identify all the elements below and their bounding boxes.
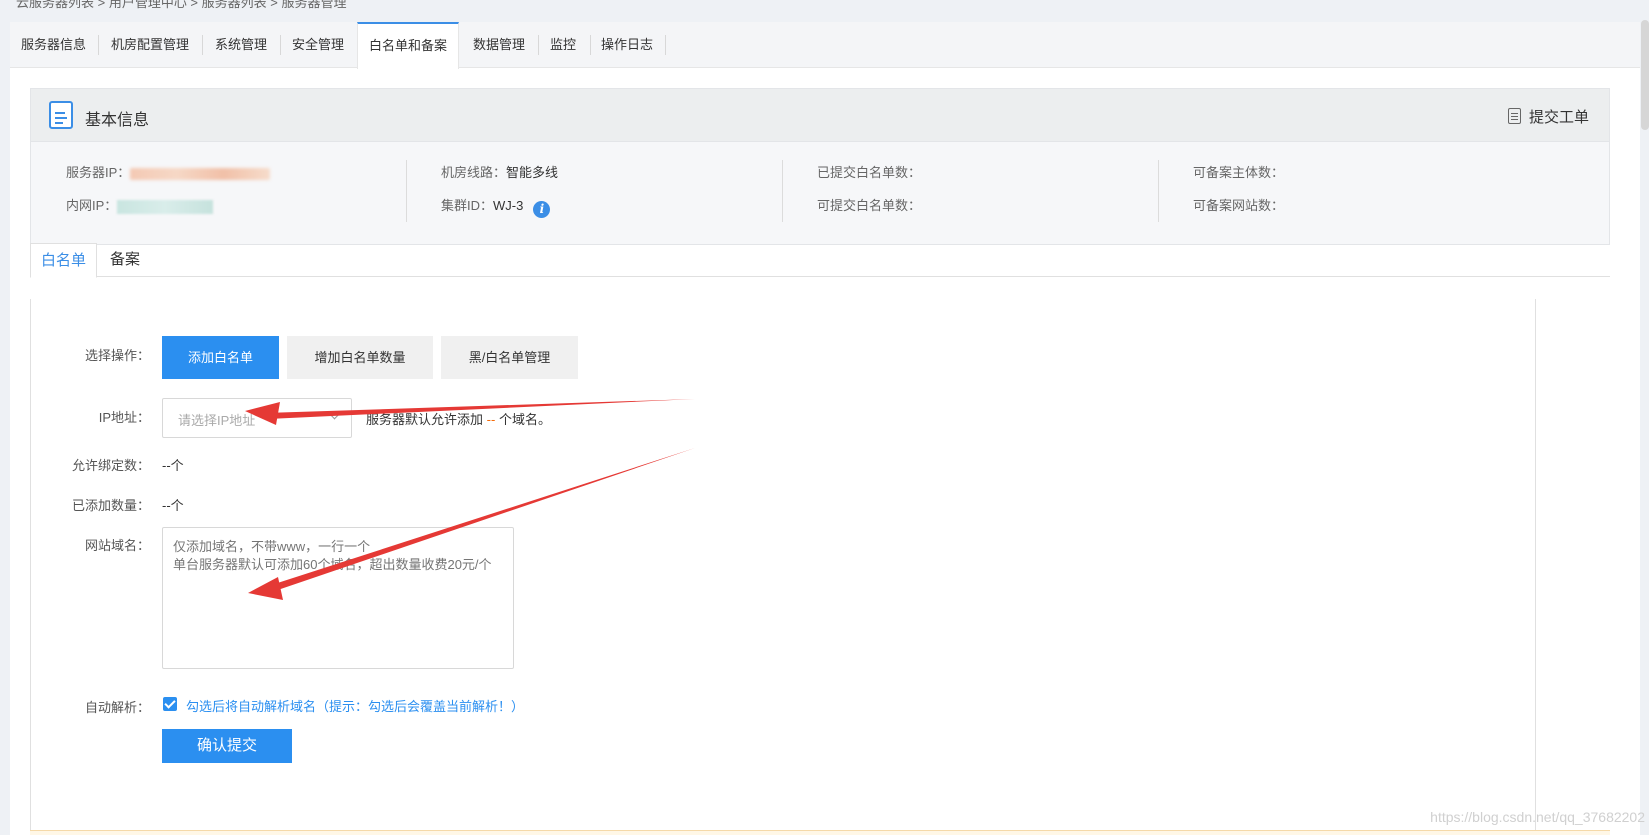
ip-label: IP地址： xyxy=(98,410,150,425)
info-col-record: 可备案主体数： 可备案网站数： xyxy=(1193,163,1583,229)
tab-system[interactable]: 系统管理 xyxy=(204,22,278,68)
operation-label: 选择操作： xyxy=(84,348,150,363)
confirm-submit-button[interactable]: 确认提交 xyxy=(162,729,292,763)
ip-hint: 服务器默认允许添加 -- 个域名。 xyxy=(366,412,551,427)
increase-whitelist-button[interactable]: 增加白名单数量 xyxy=(287,336,433,379)
line-value: 智能多线 xyxy=(506,165,559,180)
allowed-count-value: --个 xyxy=(162,458,184,473)
added-count-value: --个 xyxy=(162,498,184,513)
clipboard-icon xyxy=(1507,108,1521,124)
blacklist-manage-button[interactable]: 黑/白名单管理 xyxy=(441,336,578,379)
watermark: https://blog.csdn.net/qq_37682202 xyxy=(1430,809,1645,825)
tab-server-info[interactable]: 服务器信息 xyxy=(10,22,97,68)
auto-resolve-label: 自动解析： xyxy=(84,700,150,715)
tab-monitor[interactable]: 监控 xyxy=(539,22,587,68)
document-icon xyxy=(49,101,73,129)
tab-whitelist-record[interactable]: 白名单和备案 xyxy=(357,22,460,69)
intranet-ip-value-redacted xyxy=(117,199,214,214)
tab-data[interactable]: 数据管理 xyxy=(462,22,536,68)
server-ip-label: 服务器IP： xyxy=(66,165,131,180)
ticket-label: 提交工单 xyxy=(1528,109,1589,126)
top-tabs: 服务器信息 机房配置管理 系统管理 安全管理 白名单和备案 数据管理 监控 操作… xyxy=(10,22,1640,69)
basic-info-header: 基本信息 提交工单 xyxy=(31,89,1609,142)
tab-room-config[interactable]: 机房配置管理 xyxy=(100,22,200,68)
subtab-whitelist[interactable]: 白名单 xyxy=(30,243,98,278)
submit-ticket-link[interactable]: 提交工单 xyxy=(1507,106,1589,127)
record-site-label: 可备案网站数： xyxy=(1193,198,1285,213)
basic-info-title: 基本信息 xyxy=(85,112,150,129)
domain-textarea[interactable] xyxy=(162,527,514,669)
added-count-label: 已添加数量： xyxy=(71,498,150,513)
scrollbar[interactable] xyxy=(1641,20,1649,130)
cluster-label: 集群ID： xyxy=(441,198,494,213)
domain-label: 网站域名： xyxy=(84,538,150,553)
sub-tabs: 白名单 备案 xyxy=(30,243,1610,278)
tab-security[interactable]: 安全管理 xyxy=(281,22,355,68)
ip-hint-count: -- xyxy=(486,412,496,427)
auto-resolve-text[interactable]: 勾选后将自动解析域名（提示：勾选后会覆盖当前解析！） xyxy=(186,696,524,715)
info-col-line: 机房线路：智能多线 集群ID：WJ-3 i xyxy=(441,163,831,229)
auto-resolve-checkbox[interactable] xyxy=(163,697,177,711)
submittable-whitelist-label: 可提交白名单数： xyxy=(817,198,922,213)
intranet-ip-label: 内网IP： xyxy=(66,198,118,213)
allowed-count-label: 允许绑定数： xyxy=(71,458,150,473)
notice-bar xyxy=(30,830,1610,835)
subtab-record[interactable]: 备案 xyxy=(100,243,150,277)
submitted-whitelist-label: 已提交白名单数： xyxy=(817,165,922,180)
info-icon[interactable]: i xyxy=(533,201,551,218)
info-col-ip: 服务器IP： 内网IP： xyxy=(66,163,456,229)
chevron-down-icon xyxy=(329,409,340,420)
ip-select[interactable]: 请选择IP地址 xyxy=(162,398,352,438)
line-label: 机房线路： xyxy=(441,165,507,180)
info-col-whitelist: 已提交白名单数： 可提交白名单数： xyxy=(817,163,1207,229)
tab-op-log[interactable]: 操作日志 xyxy=(590,22,664,68)
basic-info-panel: 基本信息 提交工单 服务器IP： 内网IP： 机房线路：智能多线 集群ID：WJ… xyxy=(30,88,1610,245)
server-ip-value-redacted xyxy=(130,167,271,180)
ip-select-placeholder: 请选择IP地址 xyxy=(178,413,256,428)
add-whitelist-button[interactable]: 添加白名单 xyxy=(162,336,279,379)
cluster-value: WJ-3 xyxy=(493,198,524,213)
breadcrumb: 云服务器列表 > 用户管理中心 > 服务器列表 > 服务器管理 xyxy=(16,0,347,10)
record-subject-label: 可备案主体数： xyxy=(1193,165,1285,180)
